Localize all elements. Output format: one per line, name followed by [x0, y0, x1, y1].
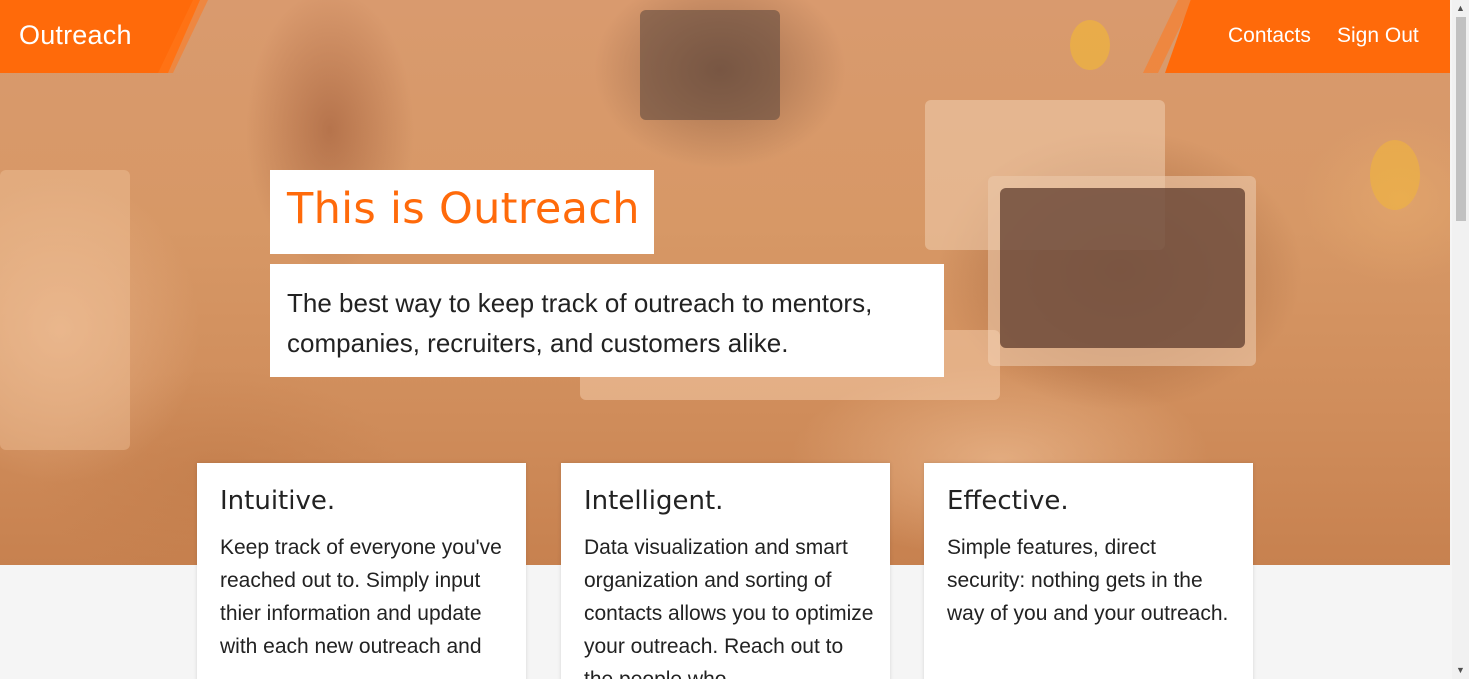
triangle-down-icon[interactable]: ▼	[1452, 662, 1469, 679]
hero-photo-shape	[1370, 140, 1420, 210]
feature-card-intelligent: Intelligent. Data visualization and smar…	[561, 463, 890, 679]
triangle-up-icon[interactable]: ▲	[1452, 0, 1469, 17]
hero-photo-shape	[0, 170, 130, 450]
scrollbar-thumb[interactable]	[1456, 17, 1466, 221]
feature-title: Effective.	[947, 486, 1069, 516]
hero-subtitle-box: The best way to keep track of outreach t…	[270, 264, 944, 377]
nav-sign-out-link[interactable]: Sign Out	[1337, 24, 1419, 48]
page-title: This is Outreach	[287, 184, 640, 234]
feature-text: Simple features, direct security: nothin…	[947, 536, 1229, 625]
hero-title-box: This is Outreach	[270, 170, 654, 254]
nav-contacts-link[interactable]: Contacts	[1228, 24, 1311, 48]
feature-text: Data visualization and smart organizatio…	[584, 536, 874, 679]
feature-card-intuitive: Intuitive. Keep track of everyone you've…	[197, 463, 526, 679]
hero-photo-shape	[1070, 20, 1110, 70]
hero-subtitle: The best way to keep track of outreach t…	[287, 288, 873, 358]
hero-photo-shape	[640, 10, 780, 120]
feature-title: Intelligent.	[584, 486, 724, 516]
hero-photo-shape	[1000, 188, 1245, 348]
feature-title: Intuitive.	[220, 486, 336, 516]
vertical-scrollbar[interactable]: ▲ ▼	[1452, 0, 1469, 679]
feature-text: Keep track of everyone you've reached ou…	[220, 536, 502, 658]
brand-link[interactable]: Outreach	[19, 20, 132, 51]
feature-card-effective: Effective. Simple features, direct secur…	[924, 463, 1253, 679]
